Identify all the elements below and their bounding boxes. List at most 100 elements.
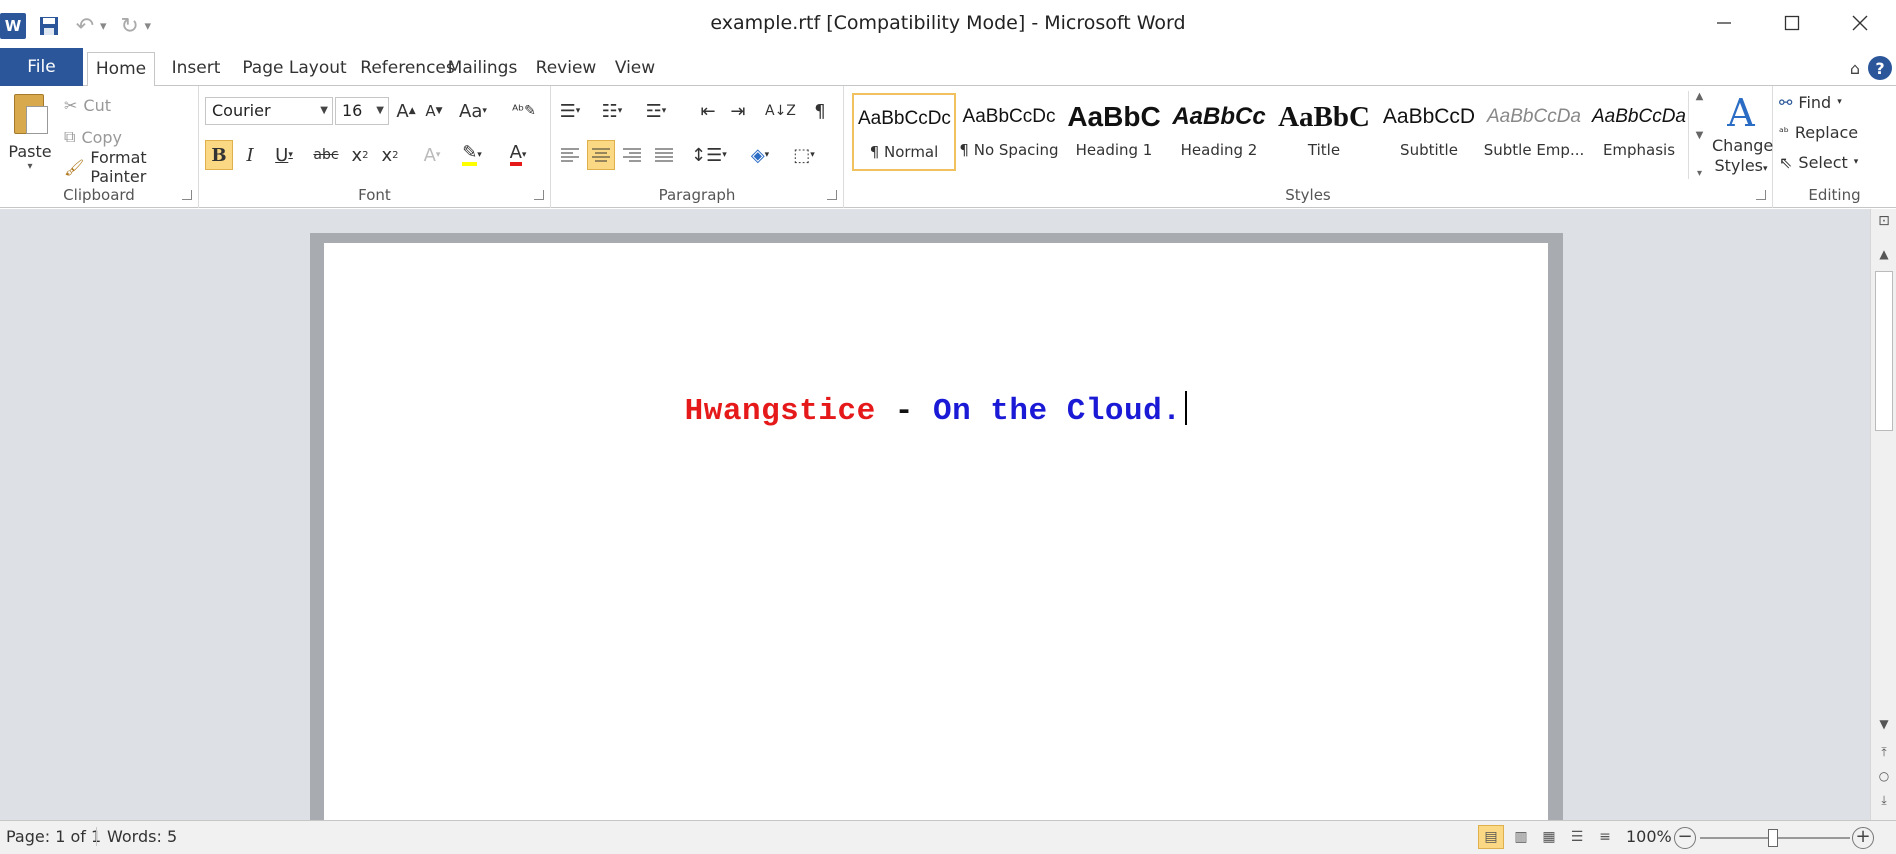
justify-icon[interactable] <box>651 140 677 170</box>
bullets-icon[interactable]: ☰ ▾ <box>557 96 583 126</box>
underline-icon[interactable]: U ▾ <box>271 140 297 170</box>
style-subtle-emphasis[interactable]: AaBbCcDa Subtle Emp... <box>1482 93 1586 171</box>
subscript-icon[interactable]: x2 <box>347 140 373 170</box>
font-size-combo[interactable]: 16 ▼ <box>335 97 389 125</box>
draft-view-icon[interactable]: ≡ <box>1592 825 1618 849</box>
style-sample: AaBbCcDa <box>1592 106 1686 127</box>
find-button[interactable]: ⚯ Find ▾ <box>1779 88 1842 116</box>
print-layout-view-icon[interactable]: ▤ <box>1478 825 1504 849</box>
font-name-combo[interactable]: Courier ▼ <box>205 97 333 125</box>
scrollbar-thumb[interactable] <box>1875 271 1893 431</box>
paintbrush-icon: 🖌 <box>64 157 85 177</box>
format-painter-button[interactable]: 🖌 Format Painter <box>64 148 198 186</box>
tab-home[interactable]: Home <box>87 52 155 87</box>
zoom-in-button[interactable]: + <box>1852 827 1874 849</box>
text-cursor <box>1185 391 1188 425</box>
styles-group-label: Styles <box>1285 186 1331 204</box>
text-effects-icon[interactable]: A ▾ <box>419 140 445 170</box>
vertical-scrollbar[interactable]: ⊡ ▲ ▼ ⤒ ○ ⤓ <box>1870 209 1896 820</box>
numbering-icon[interactable]: ☷ ▾ <box>599 96 625 126</box>
paragraph-launcher-icon[interactable] <box>827 190 837 200</box>
clipboard-launcher-icon[interactable] <box>182 190 192 200</box>
copy-button[interactable]: ⧉ Copy <box>64 124 122 150</box>
font-launcher-icon[interactable] <box>534 190 544 200</box>
tab-review[interactable]: Review <box>535 52 597 86</box>
change-styles-icon: A <box>1727 91 1755 135</box>
style-sample: AaBbC <box>1067 101 1161 132</box>
change-case-icon[interactable]: Aa ▾ <box>459 96 487 126</box>
multilevel-list-icon[interactable]: ☲ ▾ <box>643 96 669 126</box>
style-normal[interactable]: AaBbCcDc ¶ Normal <box>852 93 956 171</box>
close-button[interactable] <box>1832 6 1888 40</box>
font-color-icon[interactable]: A ▾ <box>505 140 531 170</box>
editing-group: ⚯ Find ▾ ᵃᵇ Replace ⇖ Select ▾ Editing <box>1773 86 1896 208</box>
previous-page-icon[interactable]: ⤒ <box>1871 745 1896 760</box>
page-count[interactable]: Page: 1 of 1 <box>6 827 101 846</box>
shrink-font-icon[interactable]: A ▼ <box>421 96 447 126</box>
tab-page-layout[interactable]: Page Layout <box>232 52 357 86</box>
scroll-down-icon[interactable]: ▼ <box>1696 130 1704 141</box>
increase-indent-icon[interactable]: ⇥ <box>725 96 751 126</box>
superscript-icon[interactable]: x2 <box>377 140 403 170</box>
ribbon-tabs: File Home Insert Page Layout References … <box>0 48 1896 87</box>
maximize-button[interactable] <box>1764 6 1820 40</box>
paste-button[interactable]: Paste ▾ <box>6 90 54 184</box>
align-center-icon[interactable] <box>587 140 615 170</box>
scroll-down-icon[interactable]: ▼ <box>1871 717 1896 731</box>
text-run-on-the-cloud: On the Cloud. <box>933 394 1182 429</box>
style-title[interactable]: AaBbC Title <box>1272 93 1376 171</box>
select-button[interactable]: ⇖ Select ▾ <box>1779 148 1858 176</box>
shading-icon[interactable]: ◈ ▾ <box>747 140 773 170</box>
styles-launcher-icon[interactable] <box>1756 190 1766 200</box>
show-formatting-icon[interactable]: ¶ <box>807 96 833 126</box>
font-name-value: Courier <box>212 101 271 120</box>
outline-view-icon[interactable]: ☰ <box>1564 825 1590 849</box>
more-styles-icon[interactable]: ▾ <box>1697 168 1702 179</box>
tab-view[interactable]: View <box>612 52 658 86</box>
minimize-ribbon-icon[interactable]: ⌂ <box>1850 59 1860 78</box>
line-spacing-icon[interactable]: ↕☰ ▾ <box>691 140 727 170</box>
document-page[interactable]: Hwangstice - On the Cloud. <box>324 243 1548 843</box>
chevron-down-icon: ▾ <box>1853 157 1859 167</box>
style-name: Title <box>1307 141 1341 159</box>
tab-mailings[interactable]: Mailings <box>445 52 520 86</box>
zoom-level[interactable]: 100% <box>1626 827 1672 846</box>
style-heading-1[interactable]: AaBbC Heading 1 <box>1062 93 1166 171</box>
cut-button[interactable]: ✂ Cut <box>64 92 111 118</box>
ruler-toggle-icon[interactable]: ⊡ <box>1871 213 1896 229</box>
zoom-out-button[interactable]: − <box>1674 827 1696 849</box>
paragraph-group-label: Paragraph <box>658 186 736 204</box>
style-emphasis[interactable]: AaBbCcDa Emphasis <box>1587 93 1691 171</box>
sort-icon[interactable]: A↓Z <box>765 96 796 126</box>
zoom-slider-thumb[interactable] <box>1768 829 1778 847</box>
help-icon[interactable]: ? <box>1868 56 1892 80</box>
tab-insert[interactable]: Insert <box>166 52 226 86</box>
align-right-icon[interactable] <box>619 140 645 170</box>
next-page-icon[interactable]: ⤓ <box>1871 793 1896 808</box>
replace-button[interactable]: ᵃᵇ Replace <box>1779 118 1858 146</box>
browse-object-icon[interactable]: ○ <box>1871 769 1896 783</box>
word-count[interactable]: Words: 5 <box>96 827 177 846</box>
replace-icon: ᵃᵇ <box>1779 125 1789 139</box>
document-text-line[interactable]: Hwangstice - On the Cloud. <box>324 391 1548 429</box>
align-left-icon[interactable] <box>557 140 583 170</box>
strikethrough-icon[interactable]: abc <box>313 140 339 170</box>
clear-formatting-icon[interactable]: ᴬᵇ✎ <box>511 96 537 126</box>
full-screen-reading-icon[interactable]: ▥ <box>1508 825 1534 849</box>
style-no-spacing[interactable]: AaBbCcDc ¶ No Spacing <box>957 93 1061 171</box>
bold-icon[interactable]: B <box>205 140 233 170</box>
change-styles-button[interactable]: A Change Styles▾ <box>1712 90 1773 179</box>
web-layout-icon[interactable]: ▦ <box>1536 825 1562 849</box>
borders-icon[interactable]: ⬚ ▾ <box>791 140 817 170</box>
highlight-icon[interactable]: ✎ ▾ <box>459 140 485 170</box>
style-heading-2[interactable]: AaBbCc Heading 2 <box>1167 93 1271 171</box>
scroll-up-icon[interactable]: ▲ <box>1696 91 1704 102</box>
grow-font-icon[interactable]: A ▲ <box>393 96 419 126</box>
minimize-button[interactable] <box>1696 6 1752 40</box>
tab-file[interactable]: File <box>0 48 83 86</box>
italic-icon[interactable]: I <box>237 140 263 170</box>
scroll-up-icon[interactable]: ▲ <box>1871 247 1896 261</box>
paragraph-group: ☰ ▾ ☷ ▾ ☲ ▾ ⇤ ⇥ A↓Z ¶ ↕☰ ▾ ◈ ▾ ⬚ ▾ Paragraph <box>551 86 844 208</box>
style-subtitle[interactable]: AaBbCcD Subtitle <box>1377 93 1481 171</box>
decrease-indent-icon[interactable]: ⇤ <box>695 96 721 126</box>
